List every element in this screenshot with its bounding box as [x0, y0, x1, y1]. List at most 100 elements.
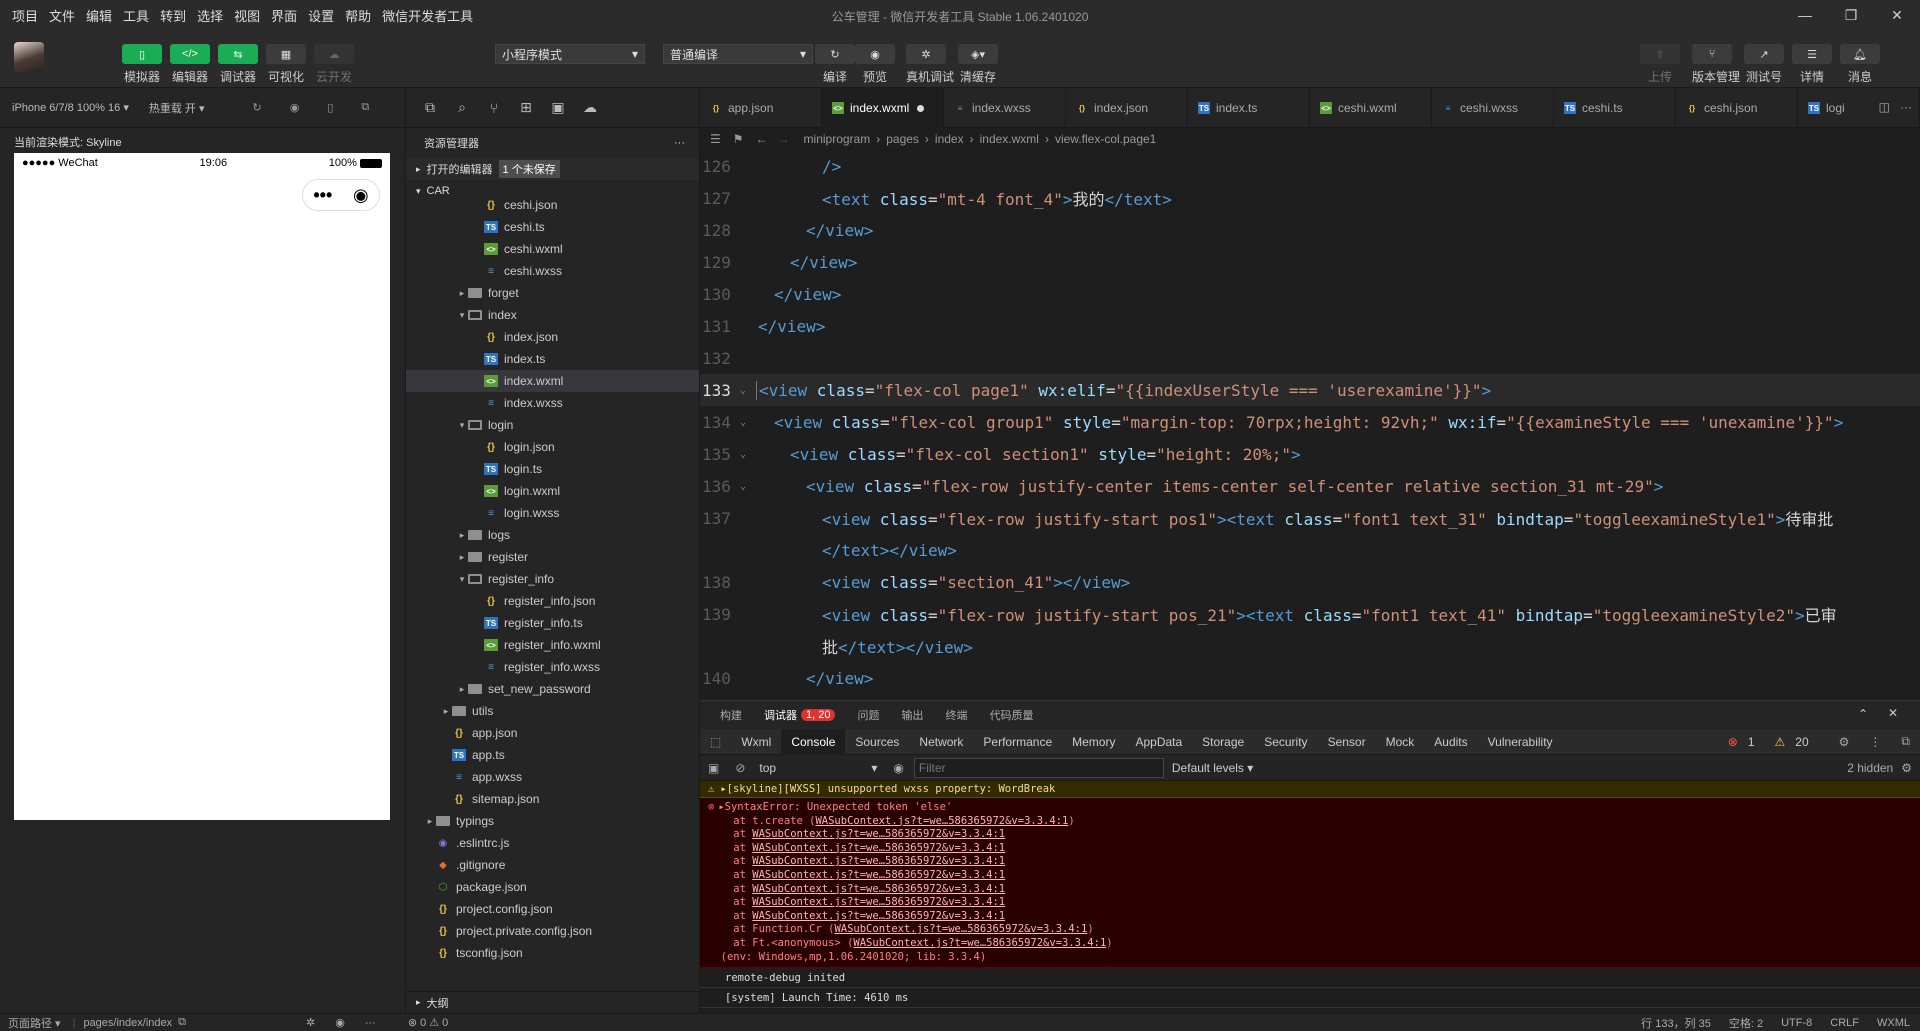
tree-file[interactable]: {} sitemap.json [406, 788, 699, 810]
panel-tab[interactable]: 调试器 [764, 707, 797, 723]
more-icon[interactable]: ··· [674, 137, 685, 149]
tree-file[interactable]: ⬡ package.json [406, 876, 699, 898]
device-select[interactable]: iPhone 6/7/8 100% 16 ▾ [12, 101, 129, 114]
devtools-tab[interactable]: Sources [845, 729, 909, 755]
devtools-tab[interactable]: Memory [1062, 729, 1125, 755]
menu-item[interactable]: 文件 [49, 6, 75, 25]
tree-file[interactable]: <> register_info.wxml [406, 634, 699, 656]
devtools-tab[interactable]: Mock [1376, 729, 1425, 755]
editor-tab[interactable]: {} app.json [700, 88, 822, 128]
outline-section[interactable]: ▸ 大纲 [406, 991, 699, 1013]
editor-tab[interactable]: TS ceshi.ts [1554, 88, 1676, 128]
compile-select[interactable]: 普通编译 ▾ [663, 44, 813, 64]
cursor-position[interactable]: 行 133，列 35 [1641, 1015, 1711, 1031]
editor-tab[interactable]: TS index.ts [1188, 88, 1310, 128]
code-line[interactable]: 139 <view class="flex-row justify-start p… [700, 598, 1920, 630]
code-line[interactable]: 136 ⌄ <view class="flex-row justify-center… [700, 470, 1920, 502]
menu-item[interactable]: 设置 [308, 6, 334, 25]
indent-setting[interactable]: 空格: 2 [1729, 1015, 1763, 1031]
tree-file[interactable]: ≡ app.wxss [406, 766, 699, 788]
line-ending[interactable]: CRLF [1830, 1017, 1859, 1029]
list-icon[interactable]: ☰ [710, 132, 721, 146]
clear-cache-button[interactable]: ◈▾ 清缓存 [958, 44, 998, 85]
back-icon[interactable]: ← [756, 132, 768, 146]
tree-file[interactable]: ◆ .gitignore [406, 854, 699, 876]
source-control-icon[interactable]: ⑂ [478, 100, 510, 116]
editor-tab[interactable]: ≡ index.wxss [944, 88, 1066, 128]
test-account-button[interactable]: ↗ 测试号 [1744, 44, 1784, 85]
context-select[interactable]: top ▾ [753, 761, 883, 775]
forward-icon[interactable]: → [778, 132, 790, 146]
panel-tab[interactable]: 终端 [945, 707, 967, 723]
avatar[interactable] [14, 42, 44, 72]
chevron-up-icon[interactable]: ⌃ [1858, 707, 1868, 721]
breadcrumb-item[interactable]: index.wxml [980, 132, 1039, 146]
fold-icon[interactable]: ⌄ [740, 385, 756, 396]
devtools-tab[interactable]: Performance [973, 729, 1062, 755]
eye-icon[interactable]: ◉ [335, 1016, 345, 1029]
console-error[interactable]: ⊗ ▸SyntaxError: Unexpected token 'else' a… [700, 798, 1920, 969]
close-circle-icon[interactable]: ◉ [353, 185, 369, 206]
code-line[interactable]: 132 [700, 342, 1920, 374]
tree-file[interactable]: {} ceshi.json [406, 194, 699, 216]
stop-icon[interactable]: ◉ [290, 101, 300, 114]
code-line[interactable]: 130 </view> [700, 278, 1920, 310]
code-line[interactable]: </text></view> [700, 534, 1920, 566]
log-levels-select[interactable]: Default levels ▾ [1164, 761, 1261, 775]
tree-file[interactable]: <> index.wxml [406, 370, 699, 392]
code-line[interactable]: 138 <view class="section_41"></view> [700, 566, 1920, 598]
settings-icon[interactable]: ✲ [306, 1016, 315, 1029]
source-link[interactable]: WASubContext.js?t=we…586365972&v=3.3.4:1 [752, 883, 1005, 895]
cloud-dev-button[interactable]: ☁ 云开发 [314, 44, 354, 85]
source-link[interactable]: WASubContext.js?t=we…586365972&v=3.3.4:1 [752, 828, 1005, 840]
more-icon[interactable]: ··· [1900, 100, 1912, 114]
menu-item[interactable]: 转到 [160, 6, 186, 25]
tree-file[interactable]: {} app.json [406, 722, 699, 744]
menu-item[interactable]: 微信开发者工具 [382, 6, 473, 25]
editor-tab[interactable]: {} ceshi.json [1676, 88, 1798, 128]
close-icon[interactable]: ✕ [1874, 0, 1920, 30]
code-area[interactable]: 126/> 127 <text class="mt-4 font_4">我的</te… [700, 150, 1920, 700]
devtools-tab[interactable]: Security [1254, 729, 1317, 755]
console-warning[interactable]: ⚠ ▸[skyline][WXSS] unsupported wxss prope… [700, 781, 1920, 798]
code-line[interactable]: 127 <text class="mt-4 font_4">我的</text> [700, 182, 1920, 214]
clear-console-icon[interactable]: ⊘ [727, 761, 753, 775]
code-line[interactable]: 129 </view> [700, 246, 1920, 278]
source-link[interactable]: WASubContext.js?t=we…586365972&v=3.3.4:1 [834, 923, 1087, 935]
code-line[interactable]: 135 ⌄ <view class="flex-col section1" styl… [700, 438, 1920, 470]
minimize-icon[interactable]: — [1782, 0, 1828, 30]
panel-tab[interactable]: 代码质量 [989, 707, 1033, 723]
code-line[interactable]: 批</text></view> [700, 630, 1920, 662]
devtools-tab[interactable]: Wxml [731, 729, 781, 755]
source-link[interactable]: WASubContext.js?t=we…586365972&v=3.3.4:1 [752, 842, 1005, 854]
source-link[interactable]: WASubContext.js?t=we…586365972&v=3.3.4:1 [853, 937, 1106, 949]
upload-button[interactable]: ⇧ 上传 [1640, 44, 1680, 85]
tree-folder[interactable]: ▾ login [406, 414, 699, 436]
dock-icon[interactable]: ⧉ [1891, 729, 1920, 755]
fold-icon[interactable]: ⌄ [740, 481, 756, 492]
source-link[interactable]: WASubContext.js?t=we…586365972&v=3.3.4:1 [815, 815, 1068, 827]
code-line[interactable]: 137 <view class="flex-row justify-start p… [700, 502, 1920, 534]
tree-file[interactable]: ◉ .eslintrc.js [406, 832, 699, 854]
tree-file[interactable]: TS register_info.ts [406, 612, 699, 634]
tree-file[interactable]: ≡ login.wxss [406, 502, 699, 524]
version-button[interactable]: ⑂ 版本管理 [1692, 44, 1740, 85]
devtools-tab[interactable]: AppData [1125, 729, 1192, 755]
gear-icon[interactable]: ⚙ [1893, 761, 1920, 775]
source-link[interactable]: WASubContext.js?t=we…586365972&v=3.3.4:1 [752, 869, 1005, 881]
source-link[interactable]: WASubContext.js?t=we…586365972&v=3.3.4:1 [752, 896, 1005, 908]
capsule-button[interactable]: ••• ◉ [302, 179, 380, 211]
popout-icon[interactable]: ⧉ [361, 101, 369, 114]
code-line[interactable]: 128 </view> [700, 214, 1920, 246]
tree-file[interactable]: TS ceshi.ts [406, 216, 699, 238]
tree-file[interactable]: <> ceshi.wxml [406, 238, 699, 260]
panel-tab[interactable]: 构建 [720, 707, 742, 723]
tree-folder[interactable]: ▸ utils [406, 700, 699, 722]
sidebar-toggle-icon[interactable]: ▣ [700, 761, 727, 775]
gear-icon[interactable]: ⚙ [1829, 729, 1860, 755]
tree-file[interactable]: {} tsconfig.json [406, 942, 699, 964]
devtools-tab[interactable]: Audits [1424, 729, 1477, 755]
editor-tab[interactable]: <> index.wxml [822, 88, 944, 128]
code-line[interactable]: 126 /> [700, 150, 1920, 182]
more-icon[interactable]: ••• [313, 185, 332, 206]
